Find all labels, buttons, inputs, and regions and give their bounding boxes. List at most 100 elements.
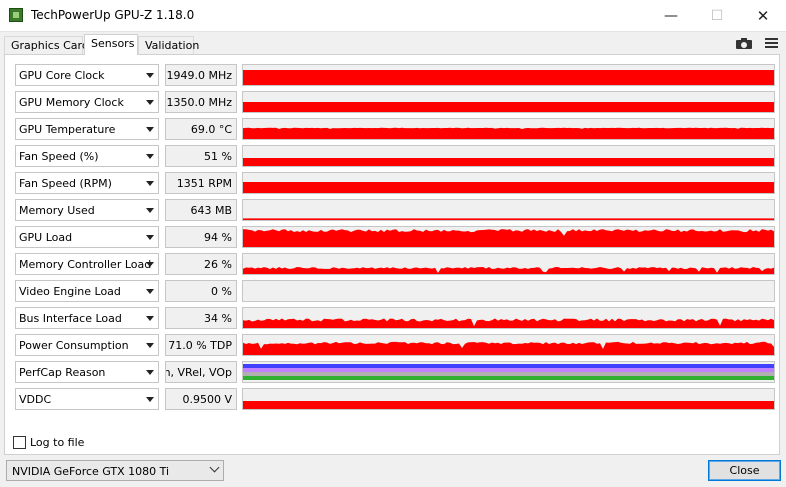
sensor-name-dropdown[interactable]: GPU Load xyxy=(15,226,159,248)
tab-sensors[interactable]: Sensors xyxy=(84,34,138,55)
perfcap-band xyxy=(243,364,774,368)
sensor-value: 1949.0 MHz xyxy=(165,64,237,86)
sensor-graph-area xyxy=(243,267,774,274)
sensor-row: PerfCap Reason m, VRel, VOp xyxy=(15,361,775,383)
sensor-value-text: 34 % xyxy=(204,312,232,325)
sensor-graph xyxy=(242,307,775,329)
dropdown-arrow-icon xyxy=(146,343,154,348)
sensor-value: 0.9500 V xyxy=(165,388,237,410)
close-button[interactable]: Close xyxy=(708,460,781,481)
sensor-value-text: 26 % xyxy=(204,258,232,271)
tab-graphics-card[interactable]: Graphics Card xyxy=(4,36,89,54)
sensor-row: GPU Load 94 % xyxy=(15,226,775,248)
dropdown-arrow-icon xyxy=(146,397,154,402)
maximize-button[interactable]: ☐ xyxy=(694,0,740,31)
sensor-value: 1350.0 MHz xyxy=(165,91,237,113)
sensor-graph xyxy=(242,280,775,302)
title-bar: TechPowerUp GPU-Z 1.18.0 — ☐ ✕ xyxy=(0,0,786,32)
sensor-name-dropdown[interactable]: Video Engine Load xyxy=(15,280,159,302)
sensor-value: 26 % xyxy=(165,253,237,275)
sensor-row: GPU Temperature 69.0 °C xyxy=(15,118,775,140)
sensor-graph xyxy=(242,226,775,248)
sensor-row: GPU Core Clock 1949.0 MHz xyxy=(15,64,775,86)
dropdown-arrow-icon xyxy=(146,262,154,267)
sensor-name: Fan Speed (%) xyxy=(19,150,99,163)
sensor-graph xyxy=(242,334,775,356)
perfcap-band xyxy=(243,368,774,372)
sensor-value-text: 1351 RPM xyxy=(176,177,232,190)
chevron-down-icon xyxy=(209,462,220,473)
sensor-name: Fan Speed (RPM) xyxy=(19,177,112,190)
sensor-graph xyxy=(242,91,775,113)
gpu-z-app-icon xyxy=(9,8,23,22)
sensor-value: 0 % xyxy=(165,280,237,302)
sensor-name-dropdown[interactable]: GPU Temperature xyxy=(15,118,159,140)
close-window-button[interactable]: ✕ xyxy=(740,0,786,31)
sensor-graph xyxy=(242,64,775,86)
tab-validation[interactable]: Validation xyxy=(138,36,199,54)
sensor-graph-area xyxy=(243,318,774,328)
sensor-name: GPU Core Clock xyxy=(19,69,105,82)
sensor-graph-area xyxy=(243,229,774,247)
sensor-graph xyxy=(242,145,775,167)
camera-icon[interactable] xyxy=(736,38,752,49)
perfcap-band xyxy=(243,372,774,376)
sensor-value: 51 % xyxy=(165,145,237,167)
sensor-name: Video Engine Load xyxy=(19,285,121,298)
dropdown-arrow-icon xyxy=(146,127,154,132)
sensor-value: 34 % xyxy=(165,307,237,329)
sensor-name-dropdown[interactable]: Power Consumption xyxy=(15,334,159,356)
dropdown-arrow-icon xyxy=(146,100,154,105)
sensor-name: GPU Temperature xyxy=(19,123,116,136)
sensor-name: Power Consumption xyxy=(19,339,129,352)
sensor-name-dropdown[interactable]: GPU Core Clock xyxy=(15,64,159,86)
dropdown-arrow-icon xyxy=(146,73,154,78)
sensor-graph xyxy=(242,118,775,140)
sensor-name-dropdown[interactable]: VDDC xyxy=(15,388,159,410)
sensor-row: Memory Controller Load 26 % xyxy=(15,253,775,275)
sensor-value-text: 643 MB xyxy=(190,204,232,217)
dropdown-arrow-icon xyxy=(146,289,154,294)
sensor-value: 643 MB xyxy=(165,199,237,221)
sensor-value-text: 94 % xyxy=(204,231,232,244)
sensor-graph-area xyxy=(243,182,774,193)
sensor-value: 71.0 % TDP xyxy=(165,334,237,356)
gpu-select-dropdown[interactable]: NVIDIA GeForce GTX 1080 Ti xyxy=(6,460,224,481)
dropdown-arrow-icon xyxy=(146,181,154,186)
sensor-name-dropdown[interactable]: Memory Used xyxy=(15,199,159,221)
sensor-name-dropdown[interactable]: Bus Interface Load xyxy=(15,307,159,329)
window-title: TechPowerUp GPU-Z 1.18.0 xyxy=(31,8,195,22)
sensor-graph xyxy=(242,172,775,194)
sensor-name: Memory Controller Load xyxy=(19,258,152,271)
hamburger-menu-icon[interactable] xyxy=(765,38,778,49)
sensor-row: Fan Speed (RPM) 1351 RPM xyxy=(15,172,775,194)
minimize-button[interactable]: — xyxy=(648,0,694,31)
sensor-graph-area xyxy=(243,70,774,85)
sensor-row: Power Consumption 71.0 % TDP xyxy=(15,334,775,356)
sensor-name: GPU Load xyxy=(19,231,73,244)
sensor-graph-area xyxy=(243,218,774,220)
sensor-value-text: 0.9500 V xyxy=(182,393,232,406)
sensor-graph xyxy=(242,253,775,275)
sensor-name: PerfCap Reason xyxy=(19,366,106,379)
gpu-select-value: NVIDIA GeForce GTX 1080 Ti xyxy=(12,465,170,478)
log-to-file-checkbox[interactable] xyxy=(13,436,26,449)
sensor-value-text: 69.0 °C xyxy=(190,123,232,136)
sensor-name: GPU Memory Clock xyxy=(19,96,124,109)
sensor-row: GPU Memory Clock 1350.0 MHz xyxy=(15,91,775,113)
sensor-name: VDDC xyxy=(19,393,52,406)
sensor-name-dropdown[interactable]: Fan Speed (%) xyxy=(15,145,159,167)
sensor-name: Bus Interface Load xyxy=(19,312,122,325)
sensor-name-dropdown[interactable]: GPU Memory Clock xyxy=(15,91,159,113)
sensor-graph xyxy=(242,361,775,383)
sensor-value-text: 1949.0 MHz xyxy=(166,69,232,82)
perfcap-band xyxy=(243,376,774,380)
dropdown-arrow-icon xyxy=(146,208,154,213)
sensor-value: 69.0 °C xyxy=(165,118,237,140)
sensor-graph-area xyxy=(243,127,774,139)
sensor-value: 94 % xyxy=(165,226,237,248)
sensor-name-dropdown[interactable]: Fan Speed (RPM) xyxy=(15,172,159,194)
sensor-name-dropdown[interactable]: PerfCap Reason xyxy=(15,361,159,383)
sensor-name-dropdown[interactable]: Memory Controller Load xyxy=(15,253,159,275)
sensor-row: Fan Speed (%) 51 % xyxy=(15,145,775,167)
